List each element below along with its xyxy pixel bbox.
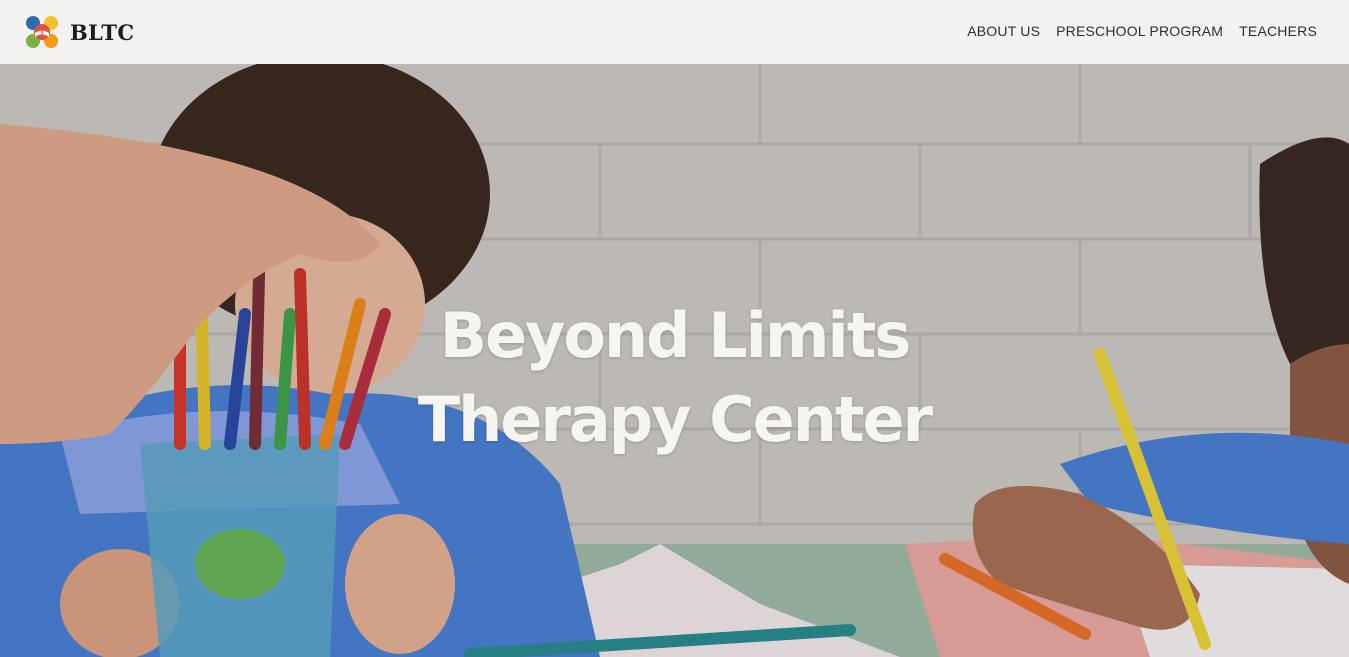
nav-teachers[interactable]: TEACHERS (1239, 23, 1317, 39)
nav-preschool-program[interactable]: PRESCHOOL PROGRAM (1056, 23, 1223, 39)
navbar: BLTC ABOUT US PRESCHOOL PROGRAM TEACHERS (0, 0, 1349, 64)
main-nav: ABOUT US PRESCHOOL PROGRAM TEACHERS (951, 23, 1317, 39)
hero-title: Beyond Limits Therapy Center (0, 294, 1349, 462)
nav-about-us[interactable]: ABOUT US (967, 23, 1040, 39)
hero-title-line-2: Therapy Center (417, 382, 933, 456)
puzzle-book-logo-icon (26, 16, 58, 48)
hero-title-line-1: Beyond Limits (439, 298, 912, 372)
brand-name: BLTC (70, 19, 135, 45)
hero-section: Beyond Limits Therapy Center (0, 64, 1349, 657)
brand-link[interactable]: BLTC (24, 14, 134, 50)
